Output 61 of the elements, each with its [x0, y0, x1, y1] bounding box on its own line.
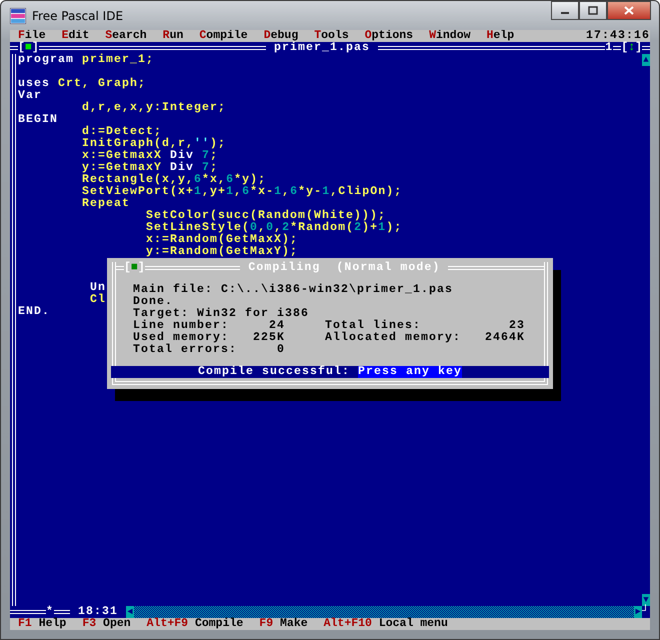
app-icon: [10, 8, 26, 24]
stat-value: 225K: [252, 332, 286, 344]
menu-item[interactable]: Help: [478, 30, 522, 42]
stat-value: 2464K: [484, 332, 526, 344]
close-button[interactable]: [■]: [18, 42, 39, 54]
code-line: SetLineStyle(0,0,2*Random(2)+1);: [145, 222, 402, 234]
code-line: SetColor(succ(Random(White)));: [145, 210, 386, 222]
info-line: Done.: [133, 296, 174, 308]
code-line: END.: [18, 306, 50, 318]
stat-label: Allocated memory:: [325, 332, 462, 344]
vertical-scrollbar[interactable]: ▲ ▼: [642, 54, 650, 606]
code-line: Cl: [89, 294, 106, 306]
code-line: Un: [89, 282, 106, 294]
code-line: Repeat: [81, 198, 130, 210]
status-command[interactable]: F1 Help: [10, 618, 74, 630]
code-line: program primer_1;: [18, 54, 154, 66]
status-command[interactable]: F3 Open: [74, 618, 139, 630]
clock: 17:43:16: [586, 30, 650, 42]
close-button[interactable]: [607, 1, 651, 20]
code-line: Rectangle(x,y,6*x,6*y);: [81, 174, 266, 186]
prompt-text: Press any key: [358, 366, 462, 378]
close-icon: [624, 6, 634, 15]
zoom-button[interactable]: [↕]: [621, 42, 642, 54]
maximize-button[interactable]: [579, 1, 607, 20]
code-line: SetViewPort(x+1,y+1,6*x-1,6*y-1,ClipOn);: [81, 186, 402, 198]
stat-label: Used memory:: [133, 332, 230, 344]
menu-item[interactable]: Debug: [256, 30, 306, 42]
code-line: y:=Random(GetMaxY);: [145, 246, 298, 258]
code-line: InitGraph(d,r,'');: [81, 138, 226, 150]
status-command[interactable]: F9 Make: [251, 618, 316, 630]
code-line: BEGIN: [18, 114, 58, 126]
code-line: x:=GetmaxX Div 7;: [81, 150, 218, 162]
status-command[interactable]: Alt+F10 Local menu: [316, 618, 456, 630]
code-line: Var: [18, 90, 42, 102]
menu-item[interactable]: Search: [97, 30, 155, 42]
stat-value: 23: [508, 320, 526, 332]
menu-item[interactable]: Tools: [306, 30, 357, 42]
menu-item[interactable]: File: [10, 30, 54, 42]
code-line: d:=Detect;: [81, 126, 162, 138]
status-command[interactable]: Alt+F9 Compile: [138, 618, 252, 630]
horizontal-scrollbar[interactable]: ◄ ►: [126, 606, 642, 618]
window-title: Free Pascal IDE: [32, 8, 124, 24]
minimize-button[interactable]: [551, 1, 579, 20]
code-line: y:=GetmaxY Div 7;: [81, 162, 218, 174]
maximize-icon: [588, 6, 598, 15]
menu-item[interactable]: Options: [356, 30, 422, 42]
stat-label: Total errors:: [133, 344, 238, 356]
menu-item[interactable]: Compile: [191, 30, 256, 42]
code-line: x:=Random(GetMaxX);: [145, 234, 298, 246]
stat-label: Total lines:: [325, 320, 422, 332]
stat-value: 24: [268, 320, 286, 332]
code-line: uses Crt, Graph;: [18, 78, 146, 90]
info-line: Target: Win32 for i386: [133, 308, 310, 320]
status-text: Compile successful:: [198, 366, 351, 378]
menu-item[interactable]: Window: [421, 30, 478, 42]
menu-item[interactable]: Run: [154, 30, 192, 42]
stat-label: Line number:: [133, 320, 230, 332]
code-line: d,r,e,x,y:Integer;: [81, 102, 226, 114]
stat-value: 0: [276, 344, 286, 356]
menu-item[interactable]: Edit: [54, 30, 98, 42]
info-line: Main file: C:\..\i386-win32\primer_1.pas: [133, 284, 454, 296]
